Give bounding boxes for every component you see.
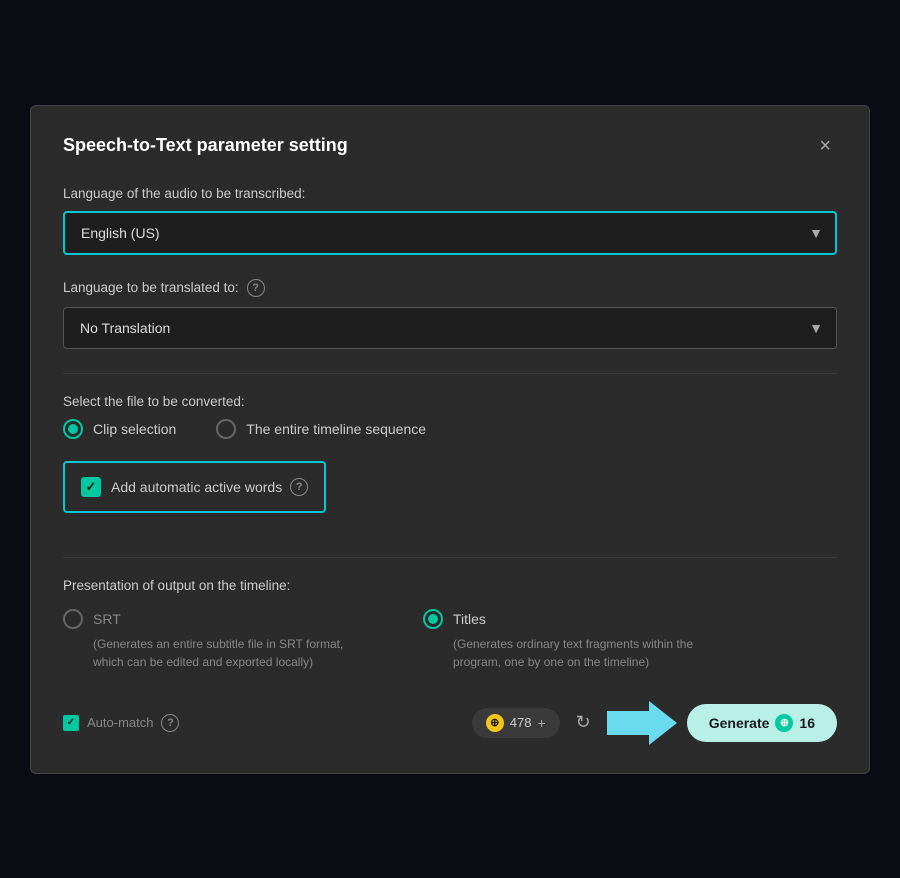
generate-count: 16 — [799, 715, 815, 731]
translate-language-header: Language to be translated to: ? — [63, 279, 837, 297]
radio-clip-label: Clip selection — [93, 421, 176, 437]
output-options: SRT (Generates an entire subtitle file i… — [63, 609, 837, 671]
divider-1 — [63, 373, 837, 374]
file-convert-label: Select the file to be converted: — [63, 394, 837, 409]
credit-badge: ⊕ 478 + — [472, 708, 560, 738]
output-srt-header: SRT — [63, 609, 363, 629]
srt-description: (Generates an entire subtitle file in SR… — [63, 635, 363, 671]
radio-titles-label: Titles — [453, 611, 486, 627]
output-option-srt[interactable]: SRT (Generates an entire subtitle file i… — [63, 609, 363, 671]
translate-language-select-wrapper: No Translation English Spanish ▼ — [63, 307, 837, 349]
credit-icon: ⊕ — [486, 714, 504, 732]
radio-entire-timeline[interactable]: The entire timeline sequence — [216, 419, 426, 439]
generate-label: Generate — [709, 715, 770, 731]
auto-match-row: ✓ Auto-match ? — [63, 714, 179, 732]
generate-plus-icon: ⊕ — [775, 714, 793, 732]
generate-button[interactable]: Generate ⊕ 16 — [687, 704, 837, 742]
translate-language-label: Language to be translated to: — [63, 280, 239, 295]
auto-match-check-icon: ✓ — [67, 717, 75, 728]
audio-language-select[interactable]: English (US) English (UK) Spanish French — [63, 211, 837, 255]
active-words-label: Add automatic active words ? — [111, 478, 308, 496]
speech-to-text-dialog: Speech-to-Text parameter setting × Langu… — [30, 105, 870, 774]
file-convert-radio-group: Clip selection The entire timeline seque… — [63, 419, 837, 439]
radio-srt-circle — [63, 609, 83, 629]
active-words-check-icon: ✓ — [86, 479, 97, 495]
output-option-titles[interactable]: Titles (Generates ordinary text fragment… — [423, 609, 723, 671]
active-words-text: Add automatic active words — [111, 479, 282, 495]
output-titles-header: Titles — [423, 609, 723, 629]
dialog-title: Speech-to-Text parameter setting — [63, 135, 348, 156]
radio-entire-circle — [216, 419, 236, 439]
audio-language-label: Language of the audio to be transcribed: — [63, 186, 837, 201]
radio-entire-label: The entire timeline sequence — [246, 421, 426, 437]
arrow-container: Generate ⊕ 16 — [607, 701, 837, 745]
radio-titles-circle — [423, 609, 443, 629]
active-words-help-icon[interactable]: ? — [290, 478, 308, 496]
credit-count: 478 — [510, 715, 532, 730]
footer-row: ✓ Auto-match ? ⊕ 478 + ↻ Ge — [63, 701, 837, 745]
close-button[interactable]: × — [813, 134, 837, 158]
active-words-checkbox-section[interactable]: ✓ Add automatic active words ? — [63, 461, 326, 513]
divider-2 — [63, 557, 837, 558]
auto-match-help-icon[interactable]: ? — [161, 714, 179, 732]
active-words-checkbox: ✓ — [81, 477, 101, 497]
refresh-button[interactable]: ↻ — [572, 708, 595, 737]
titles-description: (Generates ordinary text fragments withi… — [423, 635, 723, 671]
auto-match-checkbox[interactable]: ✓ — [63, 715, 79, 731]
dialog-header: Speech-to-Text parameter setting × — [63, 134, 837, 158]
radio-srt-label: SRT — [93, 611, 121, 627]
right-controls: ⊕ 478 + ↻ Generate ⊕ 16 — [472, 701, 837, 745]
audio-language-select-wrapper: English (US) English (UK) Spanish French… — [63, 211, 837, 255]
credit-plus: + — [537, 715, 545, 731]
translate-help-icon[interactable]: ? — [247, 279, 265, 297]
radio-clip-circle — [63, 419, 83, 439]
output-section-label: Presentation of output on the timeline: — [63, 578, 837, 593]
radio-clip-selection[interactable]: Clip selection — [63, 419, 176, 439]
translate-language-select[interactable]: No Translation English Spanish — [63, 307, 837, 349]
cyan-arrow-icon — [607, 701, 677, 745]
auto-match-label: Auto-match — [87, 715, 153, 730]
